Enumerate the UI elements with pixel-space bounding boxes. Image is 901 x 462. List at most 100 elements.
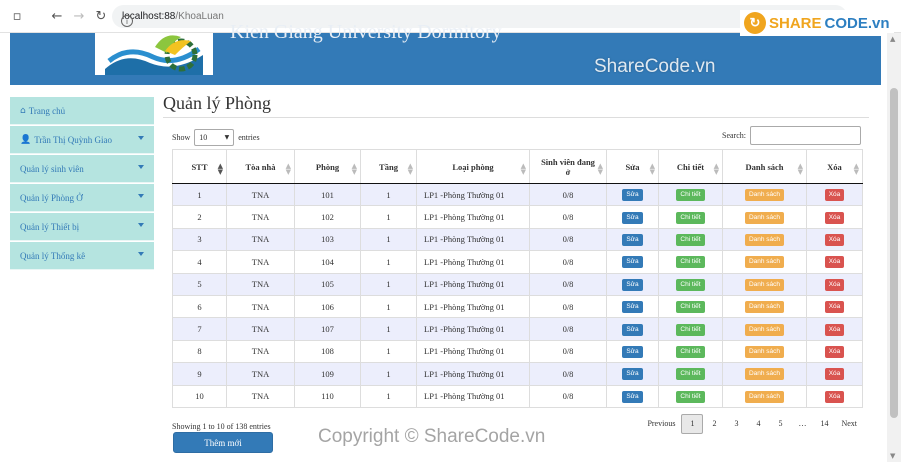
detail-button[interactable]: Chi tiết [676,368,705,381]
detail-button[interactable]: Chi tiết [676,301,705,314]
column-header[interactable]: Sinh viên đang ở ▲ ▼ [529,149,607,184]
column-header[interactable]: Sửa ▲ ▼ [606,149,659,184]
pagination-item[interactable]: 5 [769,414,791,434]
sort-icon: ▲ ▼ [217,162,223,176]
delete-button[interactable]: Xóa [824,278,845,291]
delete-button[interactable]: Xóa [824,368,845,381]
main-content: Quản lý Phòng Show 10 ▼ entries Search: … [163,93,869,442]
pagination-item[interactable]: 4 [747,414,769,434]
column-header-label: Sinh viên đang ở [541,156,595,177]
cell-stt: 6 [172,294,227,319]
table-row: 3 TNA 103 1 LP1 -Phòng Thường 01 0/8 Sửa Chi ti… [172,227,863,252]
list-button[interactable]: Danh sách [744,256,785,269]
detail-button[interactable]: Chi tiết [676,233,705,246]
column-header[interactable]: STT ▲ ▼ [172,149,227,184]
edit-button[interactable]: Sửa [622,390,643,403]
forward-icon[interactable]: → [68,5,90,27]
list-button[interactable]: Danh sách [744,368,785,381]
sidebar-item-home[interactable]: ⌂ Trang chủ [10,97,154,125]
cell-students: 0/8 [529,250,607,274]
site-info-icon[interactable]: i [121,15,133,27]
delete-button[interactable]: Xóa [824,301,845,314]
back-icon[interactable]: ← [46,5,68,27]
edit-button[interactable]: Sửa [622,368,643,381]
cell-room: 104 [294,250,361,274]
list-button[interactable]: Danh sách [744,233,785,246]
list-button[interactable]: Danh sách [744,189,785,202]
cell-list: Danh sách [722,294,807,319]
detail-button[interactable]: Chi tiết [676,211,705,224]
delete-button[interactable]: Xóa [824,256,845,269]
delete-button[interactable]: Xóa [824,390,845,403]
cell-detail: Chi tiết [658,294,723,319]
sidebar-item-user[interactable]: 👤 Trần Thị Quỳnh Giao [10,126,154,154]
list-button[interactable]: Danh sách [744,211,785,224]
pagination-item: … [798,419,807,429]
edit-button[interactable]: Sửa [622,256,643,269]
pagination-item[interactable]: 14 [813,414,835,434]
cell-stt: 9 [172,362,227,386]
scroll-up-icon[interactable]: ▲ [890,35,895,43]
column-header[interactable]: Chi tiết ▲ ▼ [658,149,723,184]
cell-edit: Sửa [606,362,659,386]
column-header[interactable]: Danh sách ▲ ▼ [722,149,807,184]
sidebar-item-equipment[interactable]: Quản lý Thiết bị [10,213,154,241]
detail-button[interactable]: Chi tiết [676,345,705,358]
edit-button[interactable]: Sửa [622,211,643,224]
search-input[interactable] [750,126,861,145]
detail-button[interactable]: Chi tiết [676,323,705,336]
reload-icon[interactable]: ↻ [90,5,112,27]
delete-button[interactable]: Xóa [824,323,845,336]
edit-button[interactable]: Sửa [622,278,643,291]
pagination-previous[interactable]: Previous [641,414,681,434]
cell-list: Danh sách [722,317,807,341]
page-scrollbar[interactable]: ▲ ▼ [887,33,901,462]
pagination-item[interactable]: 3 [725,414,747,434]
detail-button[interactable]: Chi tiết [676,256,705,269]
list-button[interactable]: Danh sách [744,301,785,314]
sort-icon: ▲ ▼ [285,162,291,176]
add-new-button[interactable]: Thêm mới [173,432,273,453]
delete-button[interactable]: Xóa [824,211,845,224]
pagination-item[interactable]: 2 [703,414,725,434]
scroll-down-icon[interactable]: ▼ [890,452,895,460]
column-header-label: Chi tiết [676,161,705,172]
edit-button[interactable]: Sửa [622,323,643,336]
edit-button[interactable]: Sửa [622,345,643,358]
sidebar-item-rooms[interactable]: Quản lý Phòng Ở [10,184,154,212]
watermark-bottom: Copyright © ShareCode.vn [318,426,546,447]
table-info: Showing 1 to 10 of 138 entries [172,421,271,431]
cell-floor: 1 [360,182,417,207]
cell-edit: Sửa [606,384,659,408]
sidebar-item-statistics[interactable]: Quản lý Thống kê [10,242,154,270]
edit-button[interactable]: Sửa [622,189,643,202]
delete-button[interactable]: Xóa [824,233,845,246]
edit-button[interactable]: Sửa [622,301,643,314]
column-header[interactable]: Tòa nhà ▲ ▼ [226,149,295,184]
column-header[interactable]: Phòng ▲ ▼ [294,149,361,184]
detail-button[interactable]: Chi tiết [676,278,705,291]
column-header[interactable]: Tầng ▲ ▼ [360,149,417,184]
sort-icon: ▲ ▼ [351,162,357,176]
delete-button[interactable]: Xóa [824,345,845,358]
delete-button[interactable]: Xóa [824,189,845,202]
list-button[interactable]: Danh sách [744,278,785,291]
detail-button[interactable]: Chi tiết [676,390,705,403]
column-header[interactable]: Loại phòng ▲ ▼ [416,149,530,184]
entries-select[interactable]: 10 ▼ [194,129,235,146]
list-button[interactable]: Danh sách [744,323,785,336]
edit-button[interactable]: Sửa [622,233,643,246]
pagination-item[interactable]: 1 [681,413,704,434]
detail-button[interactable]: Chi tiết [676,189,705,202]
cell-building: TNA [226,250,295,274]
sidebar-item-students[interactable]: Quản lý sinh viên [10,155,154,183]
list-button[interactable]: Danh sách [744,390,785,403]
pagination-next[interactable]: Next [835,414,863,434]
column-header[interactable]: Xóa ▲ ▼ [806,149,863,184]
cell-floor: 1 [360,205,417,229]
cell-delete: Xóa [806,384,863,408]
chevron-down-icon [138,136,144,140]
list-button[interactable]: Danh sách [744,345,785,358]
scrollbar-thumb[interactable] [890,88,898,418]
tab-menu-icon[interactable]: ▫ [6,5,28,27]
